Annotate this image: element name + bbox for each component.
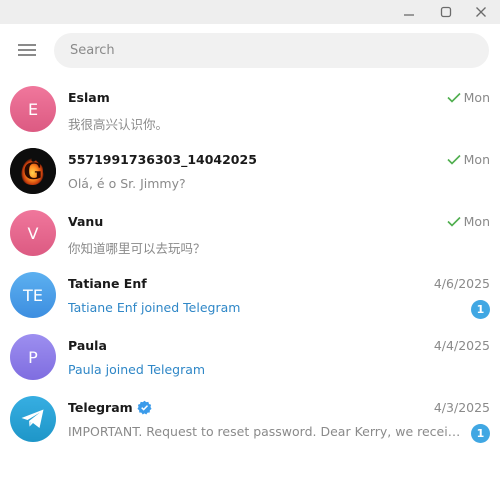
- chat-item-paula[interactable]: P Paula 4/4/2025 Paula joined Telegram: [0, 326, 500, 388]
- window-title-bar: [0, 0, 500, 24]
- maximize-button[interactable]: [429, 0, 463, 24]
- chat-time-text: 4/6/2025: [433, 276, 490, 291]
- close-button[interactable]: [464, 0, 498, 24]
- unread-badge: 1: [471, 424, 490, 443]
- chat-name: 5571991736303_14042025: [68, 152, 257, 167]
- avatar: P: [10, 334, 56, 380]
- chat-time: Mon: [447, 152, 490, 167]
- chat-time: 4/3/2025: [434, 400, 490, 415]
- minimize-icon: [404, 14, 414, 16]
- telegram-paper-plane-icon: [21, 409, 44, 428]
- svg-text:G: G: [24, 159, 43, 185]
- avatar-initials: TE: [23, 285, 43, 305]
- minimize-button[interactable]: [392, 0, 426, 24]
- verified-badge-icon: [137, 400, 152, 415]
- hamburger-menu-icon: [18, 44, 36, 56]
- chat-preview: Paula joined Telegram: [68, 362, 206, 377]
- chat-time-text: Mon: [463, 90, 490, 105]
- chat-preview: 你知道哪里可以去玩吗？: [68, 241, 206, 256]
- avatar-initials: V: [27, 223, 39, 243]
- chat-time-text: 4/3/2025: [433, 400, 490, 415]
- maximize-icon: [440, 6, 452, 18]
- avatar: [10, 396, 56, 442]
- chat-preview: IMPORTANT. Request to reset password. De…: [68, 424, 464, 439]
- avatar-initials: P: [28, 347, 38, 367]
- read-check-icon: [447, 92, 461, 103]
- chat-preview: Olá, é o Sr. Jimmy?: [68, 176, 186, 191]
- read-check-icon: [447, 216, 461, 227]
- chat-name: Vanu: [68, 214, 104, 229]
- chat-preview: Tatiane Enf joined Telegram: [68, 300, 241, 315]
- chat-item-eslam[interactable]: E Eslam Mon 我很高兴认识你。: [0, 78, 500, 140]
- chat-preview: 我很高兴认识你。: [68, 117, 169, 132]
- chat-time-text: Mon: [463, 214, 490, 229]
- chat-time-text: Mon: [463, 152, 490, 167]
- avatar: G: [10, 148, 56, 194]
- chat-name-text: Telegram: [68, 400, 133, 415]
- avatar-initials: E: [27, 99, 39, 119]
- chat-time: Mon: [447, 90, 490, 105]
- chat-name: Tatiane Enf: [68, 276, 147, 291]
- top-bar: [0, 24, 500, 76]
- avatar: E: [10, 86, 56, 132]
- chat-item-vanu[interactable]: V Vanu Mon 你知道哪里可以去玩吗？: [0, 202, 500, 264]
- flaming-g-logo: G: [10, 148, 56, 194]
- chat-name: Telegram: [68, 400, 152, 415]
- unread-badge: 1: [471, 300, 490, 319]
- chat-time: Mon: [447, 214, 490, 229]
- read-check-icon: [447, 154, 461, 165]
- avatar: V: [10, 210, 56, 256]
- avatar: TE: [10, 272, 56, 318]
- chat-time: 4/4/2025: [434, 338, 490, 353]
- chat-time-text: 4/4/2025: [433, 338, 490, 353]
- main-menu-button[interactable]: [10, 36, 44, 64]
- chat-list: E Eslam Mon 我很高兴认识你。 G 5571991736303_140…: [0, 78, 500, 450]
- chat-name: Eslam: [68, 90, 110, 105]
- chat-name: Paula: [68, 338, 107, 353]
- chat-item-5571991736303[interactable]: G 5571991736303_14042025 Mon Olá, é o Sr…: [0, 140, 500, 202]
- search-input[interactable]: [54, 33, 489, 68]
- chat-time: 4/6/2025: [434, 276, 490, 291]
- chat-item-telegram[interactable]: Telegram 4/3/2025 IMPORTANT. Request to …: [0, 388, 500, 450]
- close-icon: [476, 7, 486, 17]
- chat-item-tatiane-enf[interactable]: TE Tatiane Enf 4/6/2025 Tatiane Enf join…: [0, 264, 500, 326]
